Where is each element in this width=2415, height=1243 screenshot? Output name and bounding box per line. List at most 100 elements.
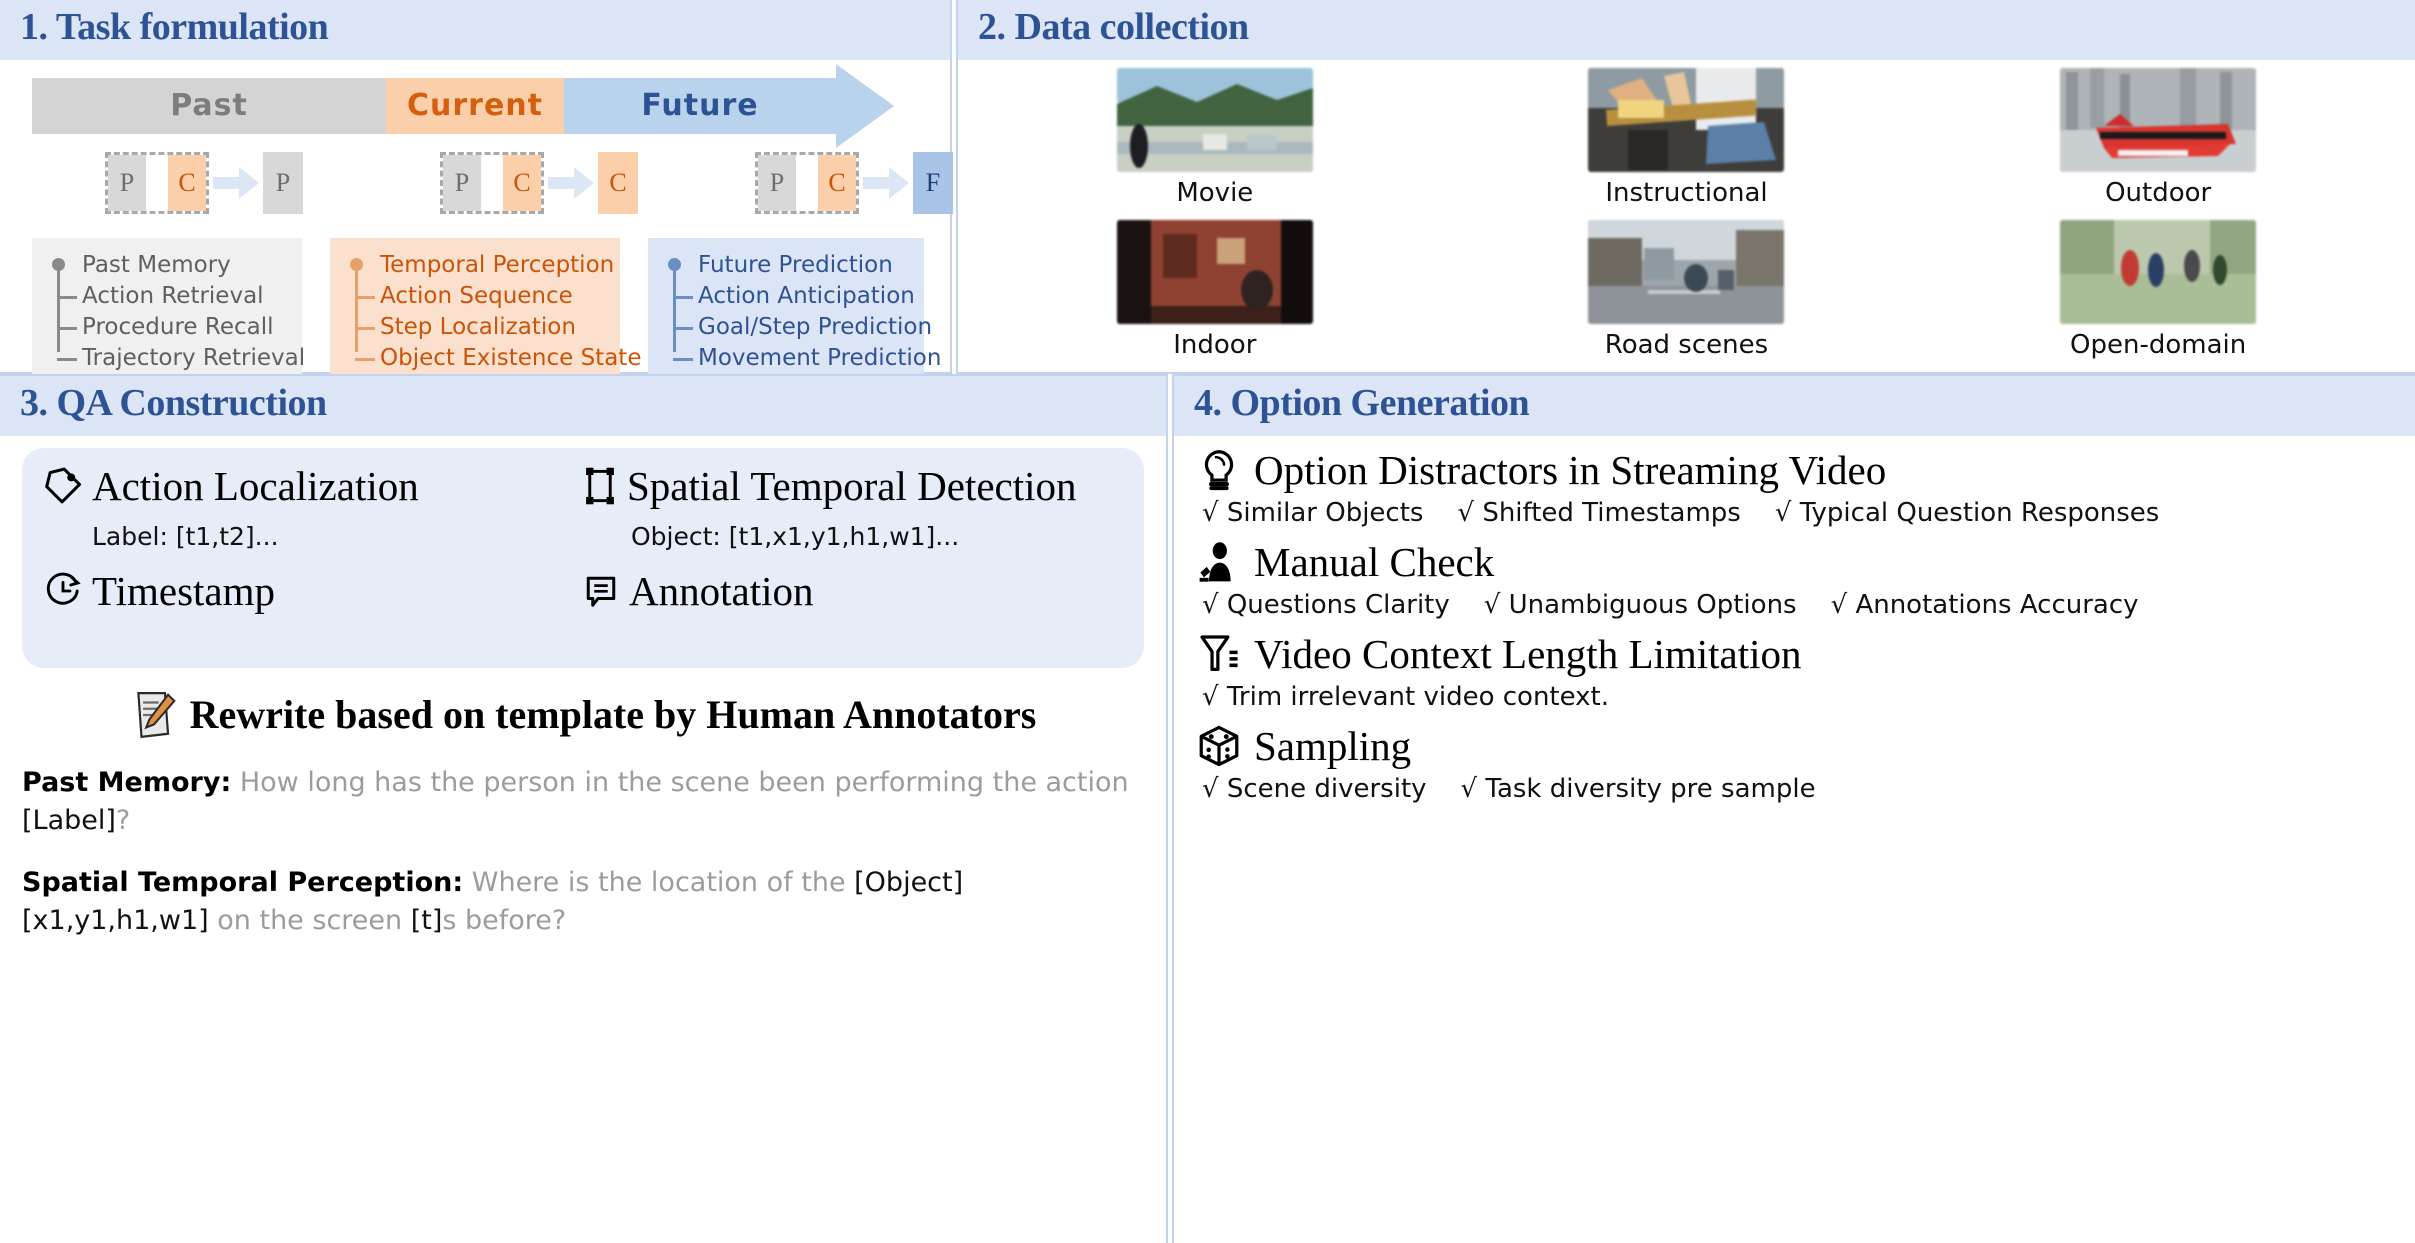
cell-gap <box>146 154 168 211</box>
rewrite-header: Rewrite based on template by Human Annot… <box>22 690 1144 740</box>
option-group-header: Manual Check <box>1198 538 2391 586</box>
tree-branch <box>673 357 693 361</box>
check-label: Annotations Accuracy <box>1855 589 2139 620</box>
annotation-sub: Label: [t1,t2]... <box>92 521 279 551</box>
qa-example-label: Spatial Temporal Perception: <box>22 866 464 898</box>
task-diagram-future: P C F <box>755 151 953 214</box>
task-item: Action Anticipation <box>673 281 915 312</box>
check-mark-icon: √ <box>1202 773 1219 804</box>
timeline-segment-current: Current <box>386 77 564 134</box>
panel2-title: 2. Data collection <box>978 6 1249 48</box>
panel4-header: 4. Option Generation <box>1174 376 2415 436</box>
task-item-head: Future Prediction <box>698 251 893 278</box>
check-label: Similar Objects <box>1226 497 1424 528</box>
cell-gap <box>796 154 818 211</box>
task-item-label: Step Localization <box>380 313 576 340</box>
check-item: √ Typical Question Responses <box>1775 498 2159 528</box>
qa-example-slot-time: [t] <box>410 904 443 936</box>
timeline-segment-past: Past <box>32 77 386 134</box>
check-mark-icon: √ <box>1460 773 1478 804</box>
task-tree-current: Temporal Perception Action Sequence Step… <box>346 250 641 374</box>
option-check-list: √ Similar Objects √ Shifted Timestamps √… <box>1202 498 2391 528</box>
option-group-header: Sampling <box>1198 722 2391 770</box>
check-item: √ Task diversity pre sample <box>1461 774 1816 804</box>
qa-example-spatial-temporal-perception: Spatial Temporal Perception: Where is th… <box>22 864 1144 940</box>
task-item-label: Object Existence State <box>380 344 642 371</box>
annotation-label: Spatial Temporal Detection <box>627 462 1077 509</box>
task-item: Trajectory Retrieval <box>57 343 305 374</box>
arrow-right-icon <box>861 152 911 214</box>
task-item-head: Temporal Perception <box>380 251 615 278</box>
qa-example-slot-coords: [x1,y1,h1,w1] <box>22 904 209 936</box>
annotation-label: Annotation <box>629 567 814 614</box>
option-group-title: Sampling <box>1254 722 1412 769</box>
panel-qa-construction: 3. QA Construction Action Localization L… <box>0 374 1168 1243</box>
option-group-context-length: Video Context Length Limitation √ Trim i… <box>1198 630 2391 712</box>
thumbnail-indoor <box>1116 219 1313 324</box>
lightbulb-icon <box>1198 448 1240 492</box>
panel-data-collection: 2. Data collection Movie Instructional O… <box>956 0 2415 374</box>
annotation-row-top: Action Localization Label: [t1,t2]... Ti… <box>44 462 1122 615</box>
panel1-header: 1. Task formulation <box>0 0 950 60</box>
check-item: √ Unambiguous Options <box>1484 590 1797 620</box>
task-item-label: Goal/Step Prediction <box>698 313 933 340</box>
clock-icon <box>44 572 82 610</box>
thumbnail-caption: Indoor <box>1173 329 1257 360</box>
check-label: Shifted Timestamps <box>1482 497 1741 528</box>
task-item-label: Action Sequence <box>380 282 573 309</box>
cell-current: C <box>503 154 541 211</box>
timeline-segment-future: Future <box>564 77 836 134</box>
tree-branch <box>673 326 693 330</box>
panel-option-generation: 4. Option Generation Option Distractors … <box>1172 374 2415 1243</box>
option-group-title: Video Context Length Limitation <box>1254 630 1802 677</box>
option-check-list: √ Questions Clarity √ Unambiguous Option… <box>1202 590 2391 620</box>
check-mark-icon: √ <box>1202 589 1219 620</box>
tag-icon <box>44 467 82 505</box>
thumbnail-caption: Movie <box>1176 177 1254 208</box>
qa-example-pre: How long has the person in the scene bee… <box>231 766 1129 798</box>
task-item-label: Trajectory Retrieval <box>82 344 306 371</box>
check-mark-icon: √ <box>1202 497 1219 528</box>
input-window-future: P C <box>755 151 859 214</box>
output-future: F <box>913 151 953 214</box>
option-group-header: Video Context Length Limitation <box>1198 630 2391 678</box>
cell-past: P <box>443 154 481 211</box>
task-item: Step Localization <box>355 312 604 343</box>
check-label: Trim irrelevant video context. <box>1226 681 1609 712</box>
annotation-item-action-localization: Action Localization <box>44 462 583 510</box>
check-mark-icon: √ <box>1830 589 1848 620</box>
check-label: Questions Clarity <box>1226 589 1450 620</box>
check-item: √ Shifted Timestamps <box>1457 498 1740 528</box>
check-label: Task diversity pre sample <box>1485 773 1816 804</box>
tree-branch <box>355 295 375 299</box>
document-pencil-icon <box>130 690 178 740</box>
cell-past: P <box>758 154 796 211</box>
thumbnail-caption: Instructional <box>1605 177 1768 208</box>
task-item-label: Action Retrieval <box>82 282 264 309</box>
thumbnail-outdoor <box>2060 67 2257 172</box>
check-mark-icon: √ <box>1457 497 1475 528</box>
option-group-header: Option Distractors in Streaming Video <box>1198 446 2391 494</box>
panel1-body: Past Current Future P C P P C C P C F Pa… <box>0 60 953 419</box>
qa-example-post: s before? <box>442 904 567 936</box>
qa-example-label: Past Memory: <box>22 766 232 798</box>
dataset-thumbnail-grid: Movie Instructional Outdoor Indoor Road … <box>988 67 2385 368</box>
panel3-title: 3. QA Construction <box>20 382 327 424</box>
check-label: Typical Question Responses <box>1799 497 2160 528</box>
qa-example-mid: on the screen <box>208 904 411 936</box>
tree-branch <box>57 295 77 299</box>
annotation-label: Timestamp <box>92 567 276 614</box>
task-tree-past: Past Memory Action Retrieval Procedure R… <box>48 250 305 374</box>
task-item-head: Past Memory <box>82 251 231 278</box>
cell-past: P <box>108 154 146 211</box>
cell-gap <box>481 154 503 211</box>
annotation-col-left: Action Localization Label: [t1,t2]... Ti… <box>44 462 583 615</box>
annotation-item-annotation: Annotation <box>583 567 1122 615</box>
thumbnail-caption: Open-domain <box>2070 329 2247 360</box>
bounding-box-icon <box>583 467 617 505</box>
task-item-label: Movement Prediction <box>698 344 942 371</box>
task-item: Movement Prediction <box>673 343 941 374</box>
tree-branch <box>57 326 77 330</box>
tree-branch <box>355 357 375 361</box>
funnel-icon <box>1198 632 1240 676</box>
